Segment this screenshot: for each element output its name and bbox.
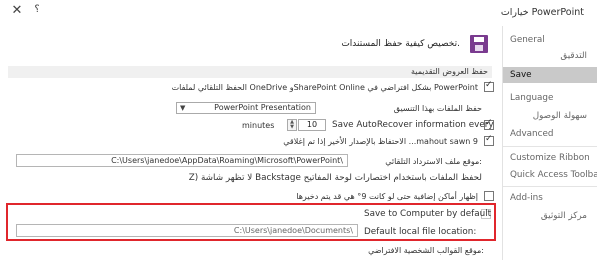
help-button[interactable]: ؟ xyxy=(30,4,44,18)
sidebar-item-trust-center[interactable]: مركز التوثيق xyxy=(503,208,597,224)
highlight-box xyxy=(6,203,496,241)
sidebar-item-accessibility[interactable]: سهولة الوصول xyxy=(503,108,597,124)
save-format-value: PowerPoint Presentation xyxy=(214,103,311,112)
show-additional-places-checkbox[interactable] xyxy=(484,191,494,201)
autorecover-location-label: موقع ملف الاسترداد التلقائي: xyxy=(385,157,482,166)
backstage-label: Z) لا تظهر شاشة Backstage لحفظ الملفات ب… xyxy=(188,173,482,183)
sidebar-item-general[interactable]: General xyxy=(503,32,597,48)
close-button[interactable]: ✕ xyxy=(10,3,24,18)
minutes-label: minutes xyxy=(242,121,275,130)
sidebar-item-save[interactable]: Save xyxy=(503,67,597,83)
sidebar-item-advanced[interactable]: Advanced xyxy=(503,126,597,142)
autorecover-location-field[interactable]: C:\Users\janedoe\AppData\Roaming\Microso… xyxy=(16,154,348,167)
keep-last-version-label: الاحتفاظ بالإصدار الأخير إذا تم إغلاقي .… xyxy=(283,137,478,146)
sidebar-divider xyxy=(503,146,597,147)
autorecover-minutes-stepper[interactable]: ▲ ▼ xyxy=(287,119,297,131)
keep-last-version-checkbox[interactable] xyxy=(484,134,494,146)
powerpoint-options-dialog: ✕ ؟ خيارات PowerPoint General التدقيق Sa… xyxy=(0,0,600,260)
sidebar-item-quick-access-toolbar[interactable]: Quick Access Toolbar xyxy=(503,167,597,183)
show-additional-places-label: إظهار أماكن إضافية حتى لو كانت 9° هي قد … xyxy=(296,192,478,201)
section-header-save-presentations: حفظ العروض التقديمية xyxy=(8,66,492,78)
sidebar-divider xyxy=(503,186,597,187)
sidebar-item-customize-ribbon[interactable]: Customize Ribbon xyxy=(503,150,597,166)
autorecover-label: Save AutoRecover information every xyxy=(332,120,494,130)
window-title: خيارات PowerPoint xyxy=(500,7,584,18)
autorecover-minutes-input[interactable]: 10 xyxy=(298,119,326,131)
autosave-checkbox[interactable] xyxy=(484,80,494,92)
sidebar-item-language[interactable]: Language xyxy=(503,90,597,106)
save-format-label: حفظ الملفات بهذا التنسيق xyxy=(393,104,482,113)
default-template-location-label: موقع القوالب الشخصية الافتراضي: xyxy=(368,246,484,255)
chevron-down-icon: ▼ xyxy=(180,104,186,112)
category-sidebar: General التدقيق Save Language سهولة الوص… xyxy=(502,26,597,260)
section-title: حفظ العروض التقديمية xyxy=(410,67,488,76)
autosave-label: الحفظ التلقائي لملفات OneDrive وSharePoi… xyxy=(171,83,478,92)
title-bar: ✕ ؟ خيارات PowerPoint xyxy=(0,0,600,24)
sidebar-item-add-ins[interactable]: Add-ins xyxy=(503,190,597,206)
save-format-dropdown[interactable]: ▼ PowerPoint Presentation xyxy=(176,102,316,114)
sidebar-item-proofing[interactable]: التدقيق xyxy=(503,48,597,64)
save-icon xyxy=(470,35,488,53)
page-heading: تخصيص كيفية حفظ المستندات. xyxy=(341,39,460,49)
